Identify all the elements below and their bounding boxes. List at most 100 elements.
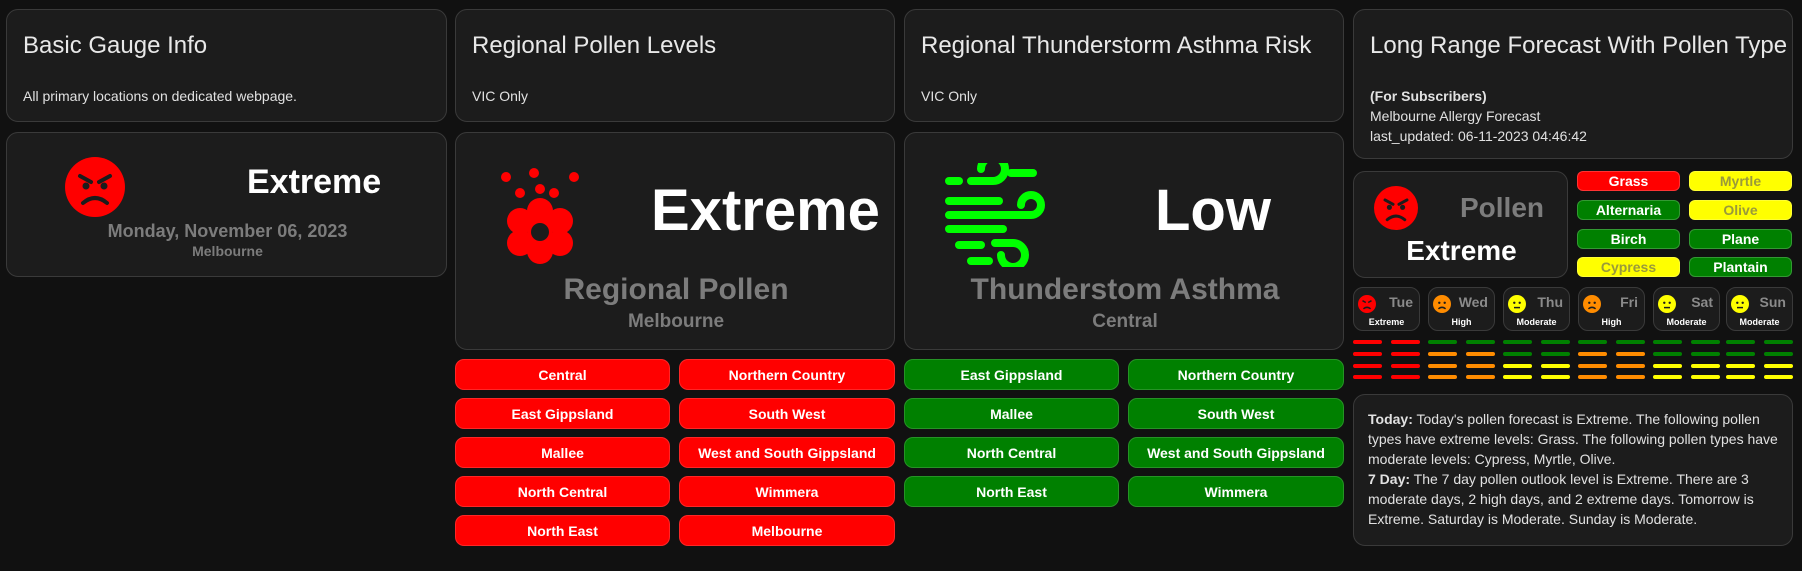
frown-face-icon	[1583, 295, 1601, 313]
pollen-region-north-central[interactable]: North Central	[455, 476, 670, 507]
day-card-sat[interactable]: Sat Moderate	[1653, 287, 1720, 331]
pollen-region-mallee[interactable]: Mallee	[455, 437, 670, 468]
pollen-region-east-gippsland[interactable]: East Gippsland	[455, 398, 670, 429]
pollen-type-alternaria[interactable]: Alternaria	[1577, 200, 1680, 220]
neutral-face-icon	[1508, 295, 1526, 313]
pollen-title: Regional Pollen Levels	[472, 32, 717, 59]
day-name: Sun	[1759, 294, 1786, 310]
asthma-name: Thunderstom Asthma	[970, 273, 1280, 306]
neutral-face-icon	[1731, 295, 1749, 313]
asthma-region-north-central[interactable]: North Central	[904, 437, 1119, 468]
day-name: Tue	[1389, 294, 1413, 310]
basic-gauge-card[interactable]: Extreme Monday, November 06, 2023 Melbou…	[6, 132, 447, 277]
level-bar-segment	[1428, 340, 1457, 344]
level-bar-segment	[1353, 352, 1382, 356]
pollen-header-card: Regional Pollen Levels VIC Only	[455, 9, 895, 122]
forecast-summary-card: Today: Today's pollen forecast is Extrem…	[1353, 394, 1793, 546]
forecast-pollen-card[interactable]: Pollen Extreme	[1353, 171, 1568, 278]
asthma-gauge-card[interactable]: Low Thunderstom Asthma Central	[904, 132, 1344, 350]
day-level: Moderate	[1739, 317, 1780, 327]
angry-face-icon	[1358, 295, 1376, 313]
pollen-type-plane[interactable]: Plane	[1689, 229, 1792, 249]
day-card-sun[interactable]: Sun Moderate	[1726, 287, 1793, 331]
level-bar-segment	[1578, 364, 1607, 368]
asthma-region-northern-country[interactable]: Northern Country	[1128, 359, 1344, 390]
pollen-region-south-west[interactable]: South West	[679, 398, 895, 429]
day-card-fri[interactable]: Fri High	[1578, 287, 1645, 331]
pollen-region-west-south-gippsland[interactable]: West and South Gippsland	[679, 437, 895, 468]
day-level: High	[1601, 317, 1622, 327]
pollen-type-plantain[interactable]: Plantain	[1689, 257, 1792, 277]
level-bar-segment	[1391, 375, 1420, 379]
pollen-region-north-east[interactable]: North East	[455, 515, 670, 546]
wind-icon	[941, 153, 1045, 272]
level-bar-segment	[1691, 375, 1720, 379]
level-bar-segment	[1428, 364, 1457, 368]
level-bar-segment	[1691, 352, 1720, 356]
pollen-gauge-card[interactable]: Extreme Regional Pollen Melbourne	[455, 132, 895, 350]
pollen-region-melbourne[interactable]: Melbourne	[679, 515, 895, 546]
level-bar-segment	[1653, 340, 1682, 344]
day-name: Fri	[1620, 294, 1638, 310]
pollen-type-birch[interactable]: Birch	[1577, 229, 1680, 249]
pollen-region-wimmera[interactable]: Wimmera	[679, 476, 895, 507]
asthma-location: Central	[1092, 311, 1158, 332]
pollen-type-grass[interactable]: Grass	[1577, 171, 1680, 191]
forecast-header-card: Long Range Forecast With Pollen Type (Fo…	[1353, 9, 1793, 159]
level-bar-segment	[1764, 352, 1793, 356]
pollen-level: Extreme	[651, 178, 880, 243]
week-label: 7 Day:	[1368, 471, 1411, 487]
level-bar-segment	[1503, 364, 1532, 368]
level-bar-segment	[1691, 364, 1720, 368]
level-bar-segment	[1541, 352, 1570, 356]
level-bar-segment	[1353, 364, 1382, 368]
level-bar-segment	[1391, 352, 1420, 356]
level-bar-segment	[1391, 364, 1420, 368]
day-level: Moderate	[1666, 317, 1707, 327]
today-text: Today's pollen forecast is Extreme. The …	[1368, 411, 1778, 467]
level-bar-segment	[1578, 352, 1607, 356]
forecast-name: Melbourne Allergy Forecast	[1370, 108, 1541, 124]
level-bar-segment	[1353, 340, 1382, 344]
level-bar-segment	[1616, 375, 1645, 379]
pollen-region-central[interactable]: Central	[455, 359, 670, 390]
level-bar-segment	[1541, 364, 1570, 368]
level-bar-segment	[1466, 340, 1495, 344]
basic-header-card: Basic Gauge Info All primary locations o…	[6, 9, 447, 122]
day-level: Extreme	[1368, 317, 1405, 327]
asthma-region-mallee[interactable]: Mallee	[904, 398, 1119, 429]
level-bar-segment	[1578, 375, 1607, 379]
day-level: Moderate	[1516, 317, 1557, 327]
asthma-region-north-east[interactable]: North East	[904, 476, 1119, 507]
pollen-type-myrtle[interactable]: Myrtle	[1689, 171, 1792, 191]
level-bar-segment	[1616, 352, 1645, 356]
asthma-header-card: Regional Thunderstorm Asthma Risk VIC On…	[904, 9, 1344, 122]
level-bar-segment	[1466, 364, 1495, 368]
pollen-type-cypress[interactable]: Cypress	[1577, 257, 1680, 277]
level-bar-segment	[1428, 375, 1457, 379]
day-card-thu[interactable]: Thu Moderate	[1503, 287, 1570, 331]
level-bar-segment	[1353, 375, 1382, 379]
level-bar-segment	[1691, 340, 1720, 344]
level-bar-segment	[1466, 375, 1495, 379]
level-bar-segment	[1503, 340, 1532, 344]
forecast-info: (For Subscribers) Melbourne Allergy Fore…	[1370, 86, 1587, 146]
level-bar-segment	[1503, 352, 1532, 356]
asthma-region-wimmera[interactable]: Wimmera	[1128, 476, 1344, 507]
basic-level: Extreme	[247, 163, 382, 201]
pollen-type-olive[interactable]: Olive	[1689, 200, 1792, 220]
level-bar-segment	[1653, 375, 1682, 379]
day-card-tue[interactable]: Tue Extreme	[1353, 287, 1420, 331]
asthma-region-south-west[interactable]: South West	[1128, 398, 1344, 429]
asthma-region-east-gippsland[interactable]: East Gippsland	[904, 359, 1119, 390]
asthma-region-west-south-gippsland[interactable]: West and South Gippsland	[1128, 437, 1344, 468]
basic-subtitle: All primary locations on dedicated webpa…	[23, 88, 297, 104]
basic-title: Basic Gauge Info	[23, 32, 208, 59]
neutral-face-icon	[1658, 295, 1676, 313]
day-card-wed[interactable]: Wed High	[1428, 287, 1495, 331]
level-bar-segment	[1541, 375, 1570, 379]
pollen-subtitle: VIC Only	[472, 88, 529, 104]
pollen-region-northern-country[interactable]: Northern Country	[679, 359, 895, 390]
asthma-title: Regional Thunderstorm Asthma Risk	[921, 32, 1312, 59]
level-bar-segment	[1726, 375, 1755, 379]
